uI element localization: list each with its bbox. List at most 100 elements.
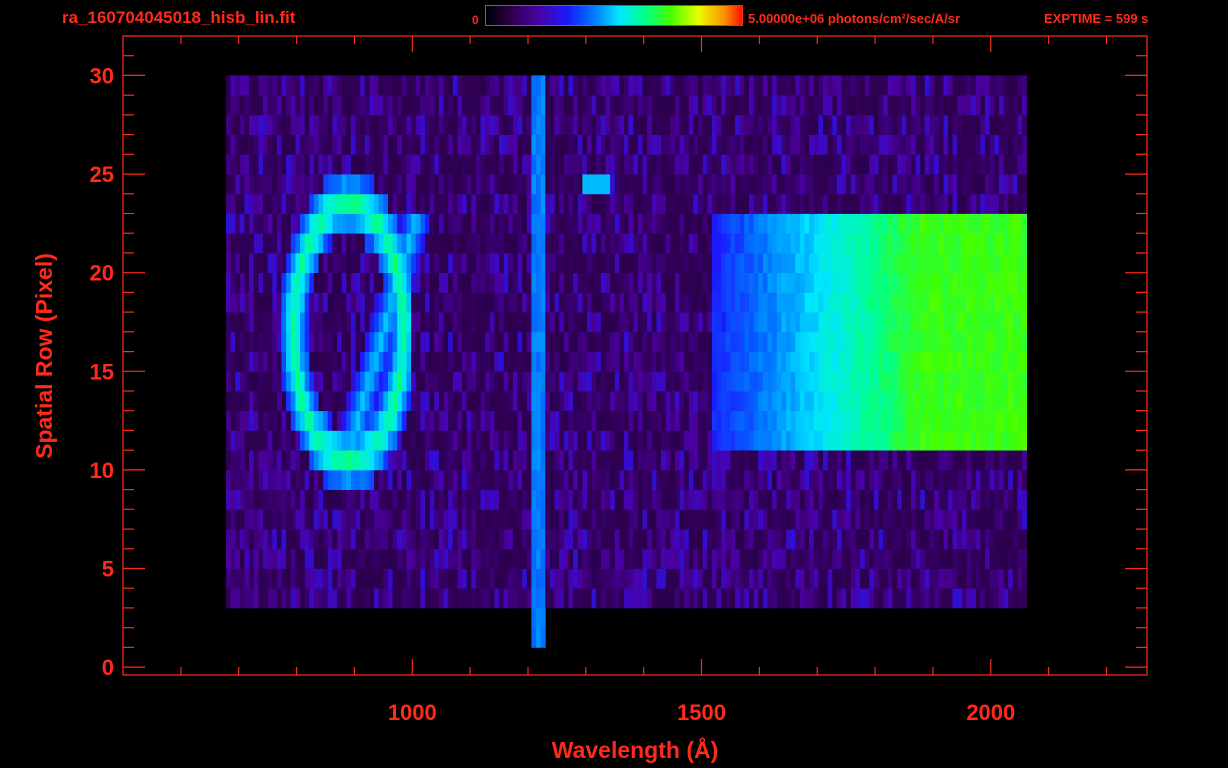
heatmap-cell	[873, 469, 879, 490]
heatmap-cell	[378, 331, 384, 352]
y-axis-title: Spatial Row (Pixel)	[31, 253, 57, 459]
heatmap-cell	[323, 134, 329, 155]
heatmap-cell	[489, 154, 495, 175]
heatmap-cell	[448, 450, 454, 471]
heatmap-cell	[799, 371, 805, 392]
heatmap-cell	[300, 292, 305, 313]
heatmap-cell	[827, 114, 833, 135]
heatmap-cell	[943, 450, 949, 471]
heatmap-cell	[952, 509, 958, 530]
heatmap-cell	[688, 252, 694, 273]
heatmap-cell	[341, 95, 347, 116]
heatmap-cell	[915, 213, 921, 234]
heatmap-cell	[438, 509, 444, 530]
heatmap-cell	[355, 548, 361, 569]
heatmap-cell	[637, 351, 643, 372]
heatmap-cell	[614, 469, 620, 490]
heatmap-cell	[827, 410, 833, 431]
heatmap-cell	[531, 607, 537, 628]
heatmap-cell	[670, 154, 676, 175]
heatmap-cell	[661, 252, 666, 273]
heatmap-cell	[920, 469, 926, 490]
heatmap-cell	[915, 134, 921, 155]
heatmap-cell	[915, 410, 921, 431]
heatmap-cell	[628, 134, 634, 155]
heatmap-cell	[929, 588, 935, 609]
heatmap-cell	[452, 75, 458, 96]
heatmap-cell	[776, 331, 782, 352]
heatmap-cell	[725, 588, 731, 609]
heatmap-cell	[892, 233, 898, 254]
heatmap-cell	[364, 371, 370, 392]
heatmap-cell	[869, 174, 875, 195]
heatmap-cell	[272, 588, 278, 609]
heatmap-cell	[406, 529, 412, 550]
heatmap-cell	[929, 469, 935, 490]
heatmap-cell	[536, 154, 542, 175]
heatmap-cell	[850, 292, 856, 313]
heatmap-cell	[610, 351, 616, 372]
heatmap-cell	[267, 213, 273, 234]
heatmap-cell	[679, 509, 685, 530]
heatmap-cell	[263, 568, 268, 589]
heatmap-cell	[832, 154, 838, 175]
heatmap-cell	[350, 193, 356, 214]
heatmap-cell	[786, 233, 791, 254]
heatmap-cell	[693, 588, 699, 609]
heatmap-cell	[684, 272, 690, 293]
heatmap-cell	[679, 233, 685, 254]
heatmap-cell	[610, 95, 616, 116]
heatmap-cell	[582, 450, 588, 471]
heatmap-cell	[758, 114, 764, 135]
heatmap-cell	[258, 469, 264, 490]
heatmap-cell	[596, 292, 602, 313]
heatmap-cell	[360, 351, 366, 372]
heatmap-cell	[642, 489, 648, 510]
heatmap-cell	[503, 272, 509, 293]
heatmap-cell	[934, 450, 940, 471]
heatmap-cell	[897, 391, 903, 412]
heatmap-cell	[429, 450, 435, 471]
heatmap-cell	[438, 134, 444, 155]
heatmap-cell	[799, 252, 805, 273]
heatmap-cell	[397, 233, 403, 254]
heatmap-cell	[522, 134, 528, 155]
heatmap-cell	[1003, 312, 1009, 333]
heatmap-cell	[633, 410, 639, 431]
heatmap-cell	[994, 292, 1000, 313]
heatmap-cell	[466, 252, 472, 273]
heatmap-cell	[929, 312, 935, 333]
heatmap-cell	[249, 568, 255, 589]
heatmap-cell	[295, 114, 301, 135]
heatmap-cell	[674, 193, 680, 214]
heatmap-cell	[517, 213, 523, 234]
heatmap-cell	[489, 430, 495, 451]
heatmap-cell	[957, 450, 963, 471]
heatmap-cell	[749, 351, 754, 372]
heatmap-cell	[688, 391, 694, 412]
heatmap-cell	[924, 469, 930, 490]
heatmap-cell	[1003, 568, 1009, 589]
heatmap-cell	[883, 292, 889, 313]
heatmap-cell	[512, 588, 518, 609]
heatmap-cell	[818, 252, 824, 273]
heatmap-cell	[392, 351, 398, 372]
heatmap-cell	[693, 252, 699, 273]
heatmap-cell	[471, 272, 477, 293]
heatmap-cell	[989, 114, 995, 135]
heatmap-cell	[651, 134, 657, 155]
heatmap-cell	[267, 174, 273, 195]
heatmap-cell	[823, 213, 828, 234]
heatmap-cell	[786, 391, 791, 412]
heatmap-cell	[587, 469, 592, 490]
heatmap-cell	[272, 548, 278, 569]
heatmap-cell	[429, 410, 435, 431]
heatmap-cell	[989, 548, 995, 569]
heatmap-cell	[823, 469, 828, 490]
heatmap-cell	[235, 351, 241, 372]
heatmap-cell	[267, 371, 273, 392]
heatmap-cell	[957, 371, 963, 392]
heatmap-cell	[295, 509, 301, 530]
heatmap-cell	[587, 312, 592, 333]
heatmap-cell	[804, 410, 810, 431]
